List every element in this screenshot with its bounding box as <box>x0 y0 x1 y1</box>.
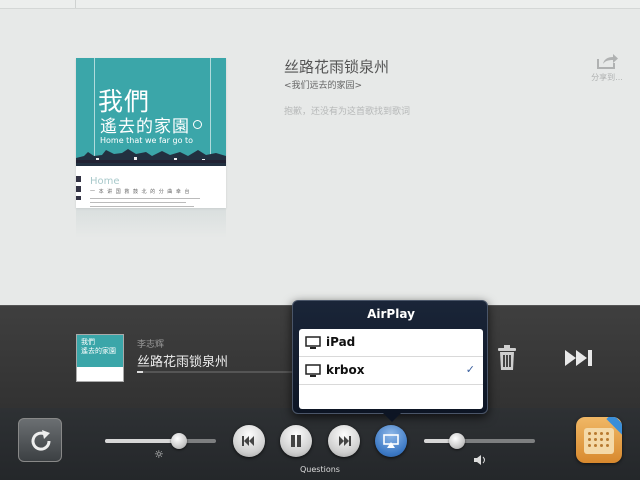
album-art-circle <box>193 120 202 129</box>
radio-grill <box>584 428 614 454</box>
pause-icon <box>291 435 301 447</box>
album-art-subtitle: Home that we far go to <box>100 136 194 145</box>
song-title: 丝路花雨锁泉州 <box>284 58 390 76</box>
now-playing-title: 丝路花雨锁泉州 <box>137 355 229 370</box>
brightness-slider-fill <box>105 439 180 443</box>
monitor-icon <box>305 364 321 377</box>
airplay-device-name: krbox <box>326 363 365 377</box>
next-button[interactable] <box>328 425 360 457</box>
album-art-home-text: Home <box>90 176 120 187</box>
top-bar-divider <box>75 0 76 8</box>
trash-icon <box>498 345 516 370</box>
airplay-icon <box>383 434 399 448</box>
pause-button[interactable] <box>280 425 312 457</box>
album-art-town-silhouette <box>76 149 226 166</box>
airplay-device-name: iPad <box>326 335 356 349</box>
volume-slider-knob[interactable] <box>449 433 466 449</box>
volume-slider[interactable] <box>424 433 535 449</box>
now-playing-thumbnail[interactable]: 我們 遙去的家園 <box>76 334 124 382</box>
playback-progress-fill <box>137 371 144 373</box>
next-icon <box>339 436 351 446</box>
thumbnail-bottom <box>77 367 123 381</box>
repeat-button[interactable] <box>18 418 62 462</box>
skip-forward-button[interactable] <box>564 349 594 371</box>
airplay-button[interactable] <box>375 425 407 457</box>
share-button[interactable]: 分享到... <box>590 52 624 83</box>
airplay-title: AirPlay <box>367 307 415 321</box>
airplay-caption: Questions <box>300 465 340 474</box>
repeat-icon <box>31 430 51 451</box>
brightness-slider-knob[interactable] <box>171 433 188 449</box>
volume-icon <box>473 450 487 469</box>
previous-button[interactable] <box>233 425 265 457</box>
delete-button[interactable] <box>496 343 518 375</box>
share-icon <box>597 54 618 69</box>
album-art-reflection <box>76 208 226 238</box>
airplay-device-list: iPad krbox ✓ <box>299 329 483 409</box>
previous-icon <box>242 436 254 446</box>
brightness-slider[interactable] <box>105 433 216 449</box>
album-art-title-line2: 遙去的家園 <box>100 117 190 137</box>
top-bar <box>0 0 640 9</box>
airplay-popover: AirPlay iPad krbox ✓ <box>292 300 488 414</box>
airplay-device-krbox[interactable]: krbox ✓ <box>299 357 483 385</box>
album-art-tagline: 一 本 讲 国 救 鼓 北 的 分 曲 幸 台 <box>90 189 191 195</box>
thumbnail-text: 我們 遙去的家園 <box>81 338 116 355</box>
brightness-icon: ☼ <box>154 448 164 461</box>
album-art-divider <box>76 160 226 163</box>
control-bar: ☼ Questions <box>0 408 640 480</box>
airplay-device-ipad[interactable]: iPad <box>299 329 483 357</box>
airplay-popover-arrow <box>383 413 401 422</box>
album-art: 我們 遙去的家園 Home that we far go to Home 一 本… <box>76 58 226 208</box>
playback-progress[interactable] <box>137 371 297 373</box>
speaker-icon <box>474 455 485 465</box>
share-label: 分享到... <box>591 73 623 82</box>
song-album: <我们远去的家园> <box>284 81 363 91</box>
skip-forward-icon <box>565 350 592 366</box>
now-playing-artist: 李志辉 <box>137 340 165 350</box>
monitor-icon <box>305 336 321 349</box>
selected-check-icon: ✓ <box>465 363 475 376</box>
lyrics-message: 抱歉，还没有为这首歌找到歌词 <box>284 107 411 117</box>
radio-app-icon[interactable] <box>576 417 622 463</box>
